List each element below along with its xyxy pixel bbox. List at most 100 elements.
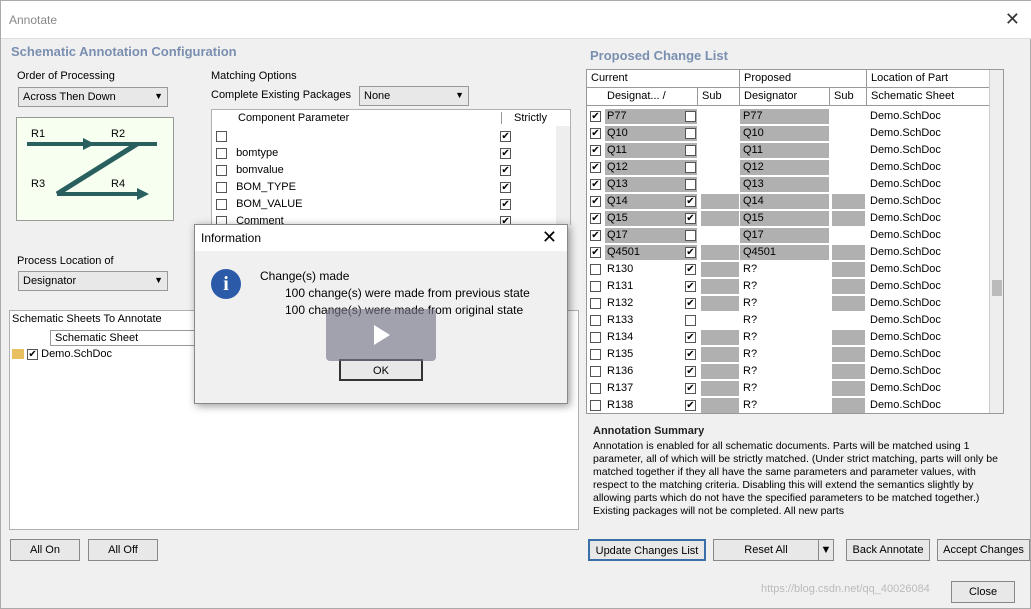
row-checkbox[interactable] — [590, 264, 601, 275]
change-row[interactable]: R130 ✔ R? Demo.SchDoc — [587, 261, 991, 278]
sub-checkbox[interactable]: ✔ — [685, 349, 696, 360]
row-checkbox[interactable]: ✔ — [590, 196, 601, 207]
sub-checkbox[interactable] — [685, 128, 696, 139]
param-col-header[interactable]: Component Parameter — [234, 112, 502, 124]
accept-changes-button[interactable]: Accept Changes — [937, 539, 1030, 561]
col-proposed-sub[interactable]: Sub — [830, 88, 867, 106]
row-checkbox[interactable]: ✔ — [590, 111, 601, 122]
col-sub[interactable]: Sub — [698, 88, 740, 106]
change-row[interactable]: ✔ P77 P77 Demo.SchDoc — [587, 108, 991, 125]
matching-scrollbar[interactable] — [556, 126, 570, 226]
complete-packages-select[interactable]: None ▼ — [359, 86, 469, 106]
row-checkbox[interactable]: ✔ — [590, 162, 601, 173]
row-checkbox[interactable] — [590, 315, 601, 326]
strict-checkbox[interactable]: ✔ — [500, 181, 512, 193]
row-checkbox[interactable]: ✔ — [590, 179, 601, 190]
change-row[interactable]: R132 ✔ R? Demo.SchDoc — [587, 295, 991, 312]
grid-scrollbar[interactable] — [989, 70, 1003, 413]
row-checkbox[interactable] — [590, 366, 601, 377]
change-row[interactable]: R138 ✔ R? Demo.SchDoc — [587, 397, 991, 413]
sub-checkbox[interactable]: ✔ — [685, 264, 696, 275]
sub-checkbox[interactable]: ✔ — [685, 366, 696, 377]
row-checkbox[interactable]: ✔ — [590, 247, 601, 258]
change-row[interactable]: ✔ Q17 Q17 Demo.SchDoc — [587, 227, 991, 244]
update-changes-button[interactable]: Update Changes List — [588, 539, 706, 561]
proposed-designator: Q11 — [743, 144, 763, 156]
change-row[interactable]: ✔ Q12 Q12 Demo.SchDoc — [587, 159, 991, 176]
close-icon[interactable]: ✕ — [542, 227, 557, 248]
sub-checkbox[interactable]: ✔ — [685, 332, 696, 343]
match-row[interactable]: bomtype ✔ — [216, 145, 556, 162]
change-row[interactable]: ✔ Q11 Q11 Demo.SchDoc — [587, 142, 991, 159]
sub-checkbox[interactable]: ✔ — [685, 400, 696, 411]
match-row[interactable]: bomvalue ✔ — [216, 162, 556, 179]
sheets-column-header[interactable]: Schematic Sheet — [50, 330, 200, 346]
row-checkbox[interactable] — [590, 383, 601, 394]
row-checkbox[interactable]: ✔ — [590, 145, 601, 156]
sub-checkbox[interactable]: ✔ — [685, 213, 696, 224]
param-checkbox[interactable] — [216, 147, 227, 159]
change-row[interactable]: R136 ✔ R? Demo.SchDoc — [587, 363, 991, 380]
change-row[interactable]: R137 ✔ R? Demo.SchDoc — [587, 380, 991, 397]
change-row[interactable]: R134 ✔ R? Demo.SchDoc — [587, 329, 991, 346]
strict-checkbox[interactable]: ✔ — [500, 198, 512, 210]
strict-checkbox[interactable]: ✔ — [500, 164, 512, 176]
match-row[interactable]: ✔ — [216, 128, 556, 145]
sub-checkbox[interactable]: ✔ — [685, 298, 696, 309]
row-checkbox[interactable]: ✔ — [590, 213, 601, 224]
sheet-checkbox[interactable]: ✔ — [27, 348, 39, 360]
row-checkbox[interactable] — [590, 298, 601, 309]
reset-all-button[interactable]: Reset All — [713, 539, 819, 561]
param-checkbox[interactable] — [216, 181, 227, 193]
row-checkbox[interactable]: ✔ — [590, 230, 601, 241]
sub-checkbox[interactable] — [685, 111, 696, 122]
change-row[interactable]: ✔ Q14 ✔ Q14 Demo.SchDoc — [587, 193, 991, 210]
col-designator[interactable]: Designat... / — [587, 88, 698, 106]
col-proposed-designator[interactable]: Designator — [740, 88, 830, 106]
strict-checkbox[interactable]: ✔ — [500, 147, 512, 159]
sub-checkbox[interactable]: ✔ — [685, 281, 696, 292]
reset-dropdown-button[interactable]: ▼ — [818, 539, 834, 561]
row-checkbox[interactable] — [590, 332, 601, 343]
match-row[interactable]: BOM_TYPE ✔ — [216, 179, 556, 196]
summary-panel: Annotation Summary Annotation is enabled… — [589, 422, 1004, 526]
sub-checkbox[interactable]: ✔ — [685, 247, 696, 258]
ok-button[interactable]: OK — [339, 359, 423, 381]
back-annotate-button[interactable]: Back Annotate — [846, 539, 930, 561]
all-off-button[interactable]: All Off — [88, 539, 158, 561]
change-row[interactable]: R135 ✔ R? Demo.SchDoc — [587, 346, 991, 363]
sub-checkbox[interactable]: ✔ — [685, 196, 696, 207]
close-icon[interactable]: ✕ — [1005, 9, 1020, 30]
sub-checkbox[interactable]: ✔ — [685, 383, 696, 394]
change-row[interactable]: ✔ Q13 Q13 Demo.SchDoc — [587, 176, 991, 193]
change-row[interactable]: ✔ Q10 Q10 Demo.SchDoc — [587, 125, 991, 142]
sub-checkbox[interactable] — [685, 162, 696, 173]
col-sheet[interactable]: Schematic Sheet — [867, 88, 1001, 106]
row-checkbox[interactable]: ✔ — [590, 128, 601, 139]
change-row[interactable]: R131 ✔ R? Demo.SchDoc — [587, 278, 991, 295]
match-row[interactable]: BOM_VALUE ✔ — [216, 196, 556, 213]
video-play-button[interactable] — [326, 309, 436, 361]
scroll-thumb[interactable] — [992, 280, 1002, 296]
param-checkbox[interactable] — [216, 130, 227, 142]
sheet-name: Demo.SchDoc — [870, 348, 941, 360]
sub-checkbox[interactable] — [685, 145, 696, 156]
row-checkbox[interactable] — [590, 349, 601, 360]
sheet-row[interactable]: ✔ Demo.SchDoc — [12, 348, 112, 360]
param-checkbox[interactable] — [216, 164, 227, 176]
row-checkbox[interactable] — [590, 281, 601, 292]
strict-col-header[interactable]: Strictly — [514, 112, 547, 124]
change-row[interactable]: R133 R? Demo.SchDoc — [587, 312, 991, 329]
sub-checkbox[interactable] — [685, 230, 696, 241]
process-location-select[interactable]: Designator ▼ — [18, 271, 168, 291]
param-checkbox[interactable] — [216, 198, 227, 210]
order-select[interactable]: Across Then Down ▼ — [18, 87, 168, 107]
sub-checkbox[interactable] — [685, 315, 696, 326]
row-checkbox[interactable] — [590, 400, 601, 411]
close-button[interactable]: Close — [951, 581, 1015, 603]
sub-checkbox[interactable] — [685, 179, 696, 190]
all-on-button[interactable]: All On — [10, 539, 80, 561]
change-row[interactable]: ✔ Q4501 ✔ Q4501 Demo.SchDoc — [587, 244, 991, 261]
change-row[interactable]: ✔ Q15 ✔ Q15 Demo.SchDoc — [587, 210, 991, 227]
strict-checkbox[interactable]: ✔ — [500, 130, 512, 142]
